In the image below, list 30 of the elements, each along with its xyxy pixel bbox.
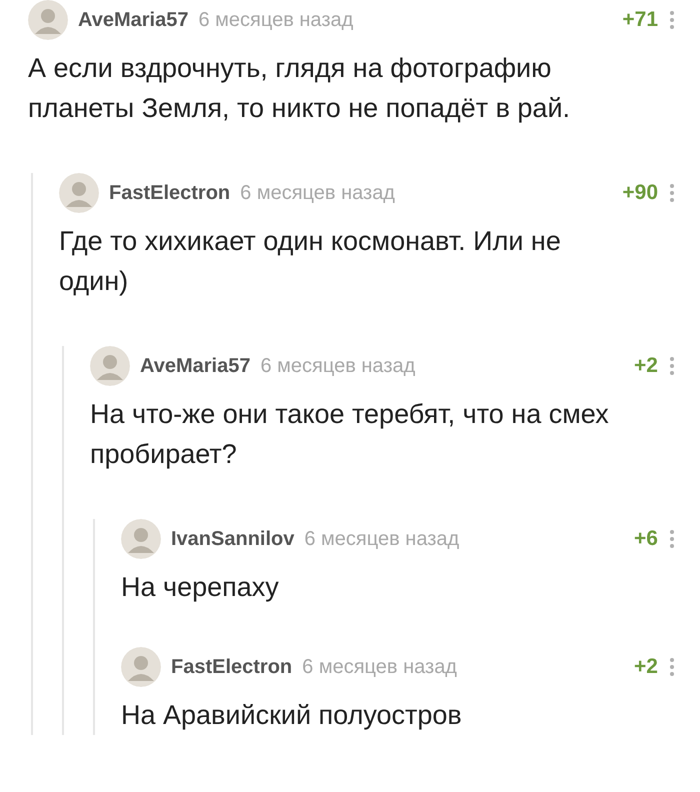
timestamp: 6 месяцев назад bbox=[260, 354, 416, 379]
rating: +2 bbox=[634, 353, 658, 380]
avatar-icon bbox=[28, 0, 68, 40]
avatar-icon bbox=[59, 173, 99, 213]
comment-text: А если вздрочнуть, глядя на фотографию планеты Земля, то никто не попадёт в рай. bbox=[28, 52, 572, 125]
username[interactable]: AveMaria57 bbox=[140, 351, 250, 381]
timestamp: 6 месяцев назад bbox=[304, 527, 460, 552]
more-icon[interactable] bbox=[670, 530, 674, 548]
timestamp: 6 месяцев назад bbox=[198, 8, 354, 33]
more-icon[interactable] bbox=[670, 658, 674, 676]
rating: +6 bbox=[634, 526, 658, 552]
comment-text: На черепаху bbox=[121, 571, 280, 604]
username[interactable]: FastElectron bbox=[109, 178, 230, 208]
more-icon[interactable] bbox=[670, 11, 674, 29]
more-icon[interactable] bbox=[670, 357, 674, 375]
avatar-icon bbox=[121, 647, 161, 687]
timestamp: 6 месяцев назад bbox=[240, 181, 395, 206]
username[interactable]: IvanSannilov bbox=[171, 524, 294, 554]
username[interactable]: FastElectron bbox=[171, 652, 292, 682]
comment-text: Где то хихикает один космонавт. Или не один) bbox=[59, 225, 562, 298]
comment-text: На что-же они такое теребят, что на смех пробирает? bbox=[90, 398, 610, 471]
rating: +71 bbox=[622, 7, 658, 34]
comment-text: На Аравийский полуостров bbox=[121, 699, 463, 732]
rating: +2 bbox=[634, 654, 658, 680]
rating: +90 bbox=[622, 180, 658, 206]
avatar-icon bbox=[121, 519, 161, 559]
timestamp: 6 месяцев назад bbox=[302, 655, 457, 680]
more-icon[interactable] bbox=[670, 184, 674, 202]
avatar-icon bbox=[90, 346, 130, 386]
username[interactable]: AveMaria57 bbox=[78, 5, 188, 35]
